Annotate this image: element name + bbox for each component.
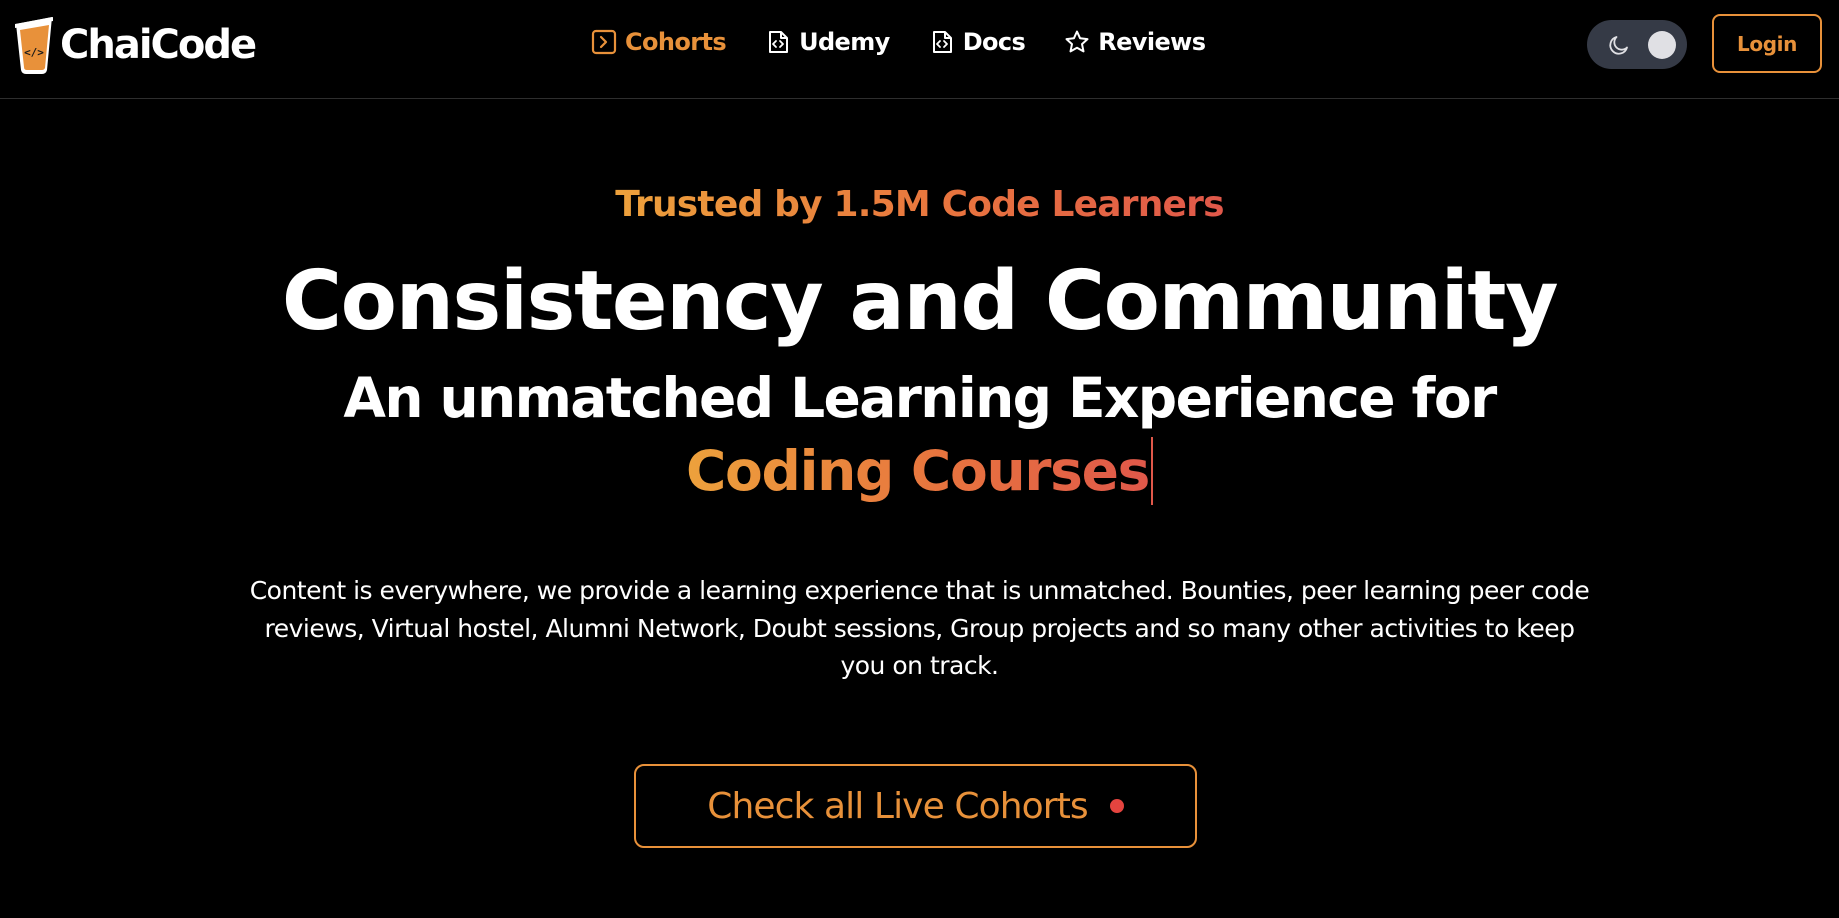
cta-label: Check all Live Cohorts	[707, 785, 1088, 827]
typed-text: Coding Courses	[686, 434, 1150, 508]
live-cohorts-button[interactable]: Check all Live Cohorts	[634, 764, 1197, 848]
nav-item-udemy[interactable]: Udemy	[765, 28, 890, 56]
nav-label-docs: Docs	[962, 28, 1026, 56]
brand-logo[interactable]: </> ChaiCode	[12, 14, 257, 76]
trusted-tagline: Trusted by 1.5M Code Learners	[0, 181, 1839, 229]
main-nav: Cohorts Udemy Docs Reviews	[591, 22, 1206, 62]
theme-toggle[interactable]	[1587, 20, 1687, 69]
nav-item-docs[interactable]: Docs	[929, 28, 1026, 56]
live-dot-icon	[1109, 799, 1124, 813]
moon-icon	[1609, 36, 1628, 55]
nav-label-cohorts: Cohorts	[625, 28, 727, 56]
hero-headline: Consistency and Community	[281, 254, 1559, 349]
login-button[interactable]: Login	[1712, 14, 1822, 73]
nav-label-reviews: Reviews	[1098, 28, 1206, 56]
hero-subline: An unmatched Learning Experience for	[343, 366, 1497, 430]
svg-text:</>: </>	[24, 46, 44, 59]
trusted-text: Trusted by 1.5M Code Learners	[615, 181, 1224, 229]
hero-description: Content is everywhere, we provide a lear…	[249, 576, 1590, 680]
nav-label-udemy: Udemy	[799, 28, 890, 56]
site-header: </> ChaiCode Cohorts Udemy Docs Reviews …	[0, 0, 1839, 99]
typing-caret	[1151, 436, 1154, 505]
nav-item-cohorts[interactable]: Cohorts	[591, 28, 727, 56]
nav-item-reviews[interactable]: Reviews	[1064, 28, 1206, 56]
typed-line: Coding Courses	[0, 434, 1839, 509]
file-code-icon	[769, 31, 789, 53]
chai-cup-icon: </>	[15, 17, 53, 74]
brand-name: ChaiCode	[60, 22, 257, 68]
star-icon	[1065, 30, 1089, 53]
terminal-square-icon	[591, 29, 617, 55]
file-code-icon	[932, 31, 952, 53]
toggle-knob[interactable]	[1648, 31, 1676, 59]
